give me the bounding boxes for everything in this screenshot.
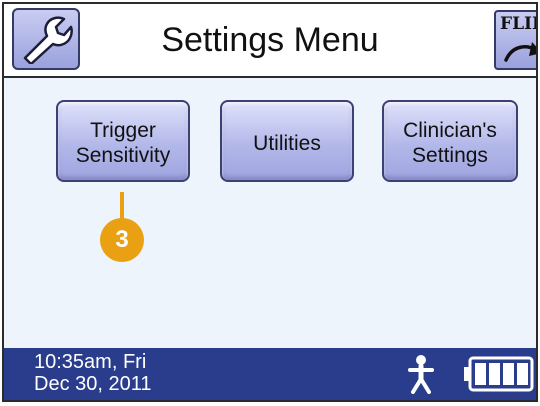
flip-label: FLIP: [500, 14, 536, 34]
battery-bar: [489, 363, 500, 385]
person-icon: [408, 355, 434, 394]
status-bar: 10:35am, Fri Dec 30, 2011: [4, 348, 536, 400]
trigger-sensitivity-button[interactable]: Trigger Sensitivity: [56, 100, 190, 182]
utilities-button[interactable]: Utilities: [220, 100, 354, 182]
flip-button[interactable]: FLIP: [494, 10, 536, 70]
battery-bar: [517, 363, 528, 385]
page-title: Settings Menu: [161, 21, 379, 59]
battery-bar: [503, 363, 514, 385]
battery-bar: [475, 363, 486, 385]
flip-arrow-icon: [504, 42, 536, 62]
clinicians-settings-button[interactable]: Clinician's Settings: [382, 100, 518, 182]
battery-bars: [475, 363, 528, 385]
battery-icon: [464, 356, 534, 392]
wrench-icon: [23, 16, 73, 64]
wrench-button[interactable]: [12, 8, 80, 70]
status-datetime: 10:35am, Fri Dec 30, 2011: [34, 351, 152, 395]
device-screen: Settings Menu FLIP Trigger Sensitivity U…: [2, 2, 538, 402]
callout-badge: 3: [100, 218, 144, 262]
header-bar: Settings Menu FLIP: [4, 4, 536, 78]
